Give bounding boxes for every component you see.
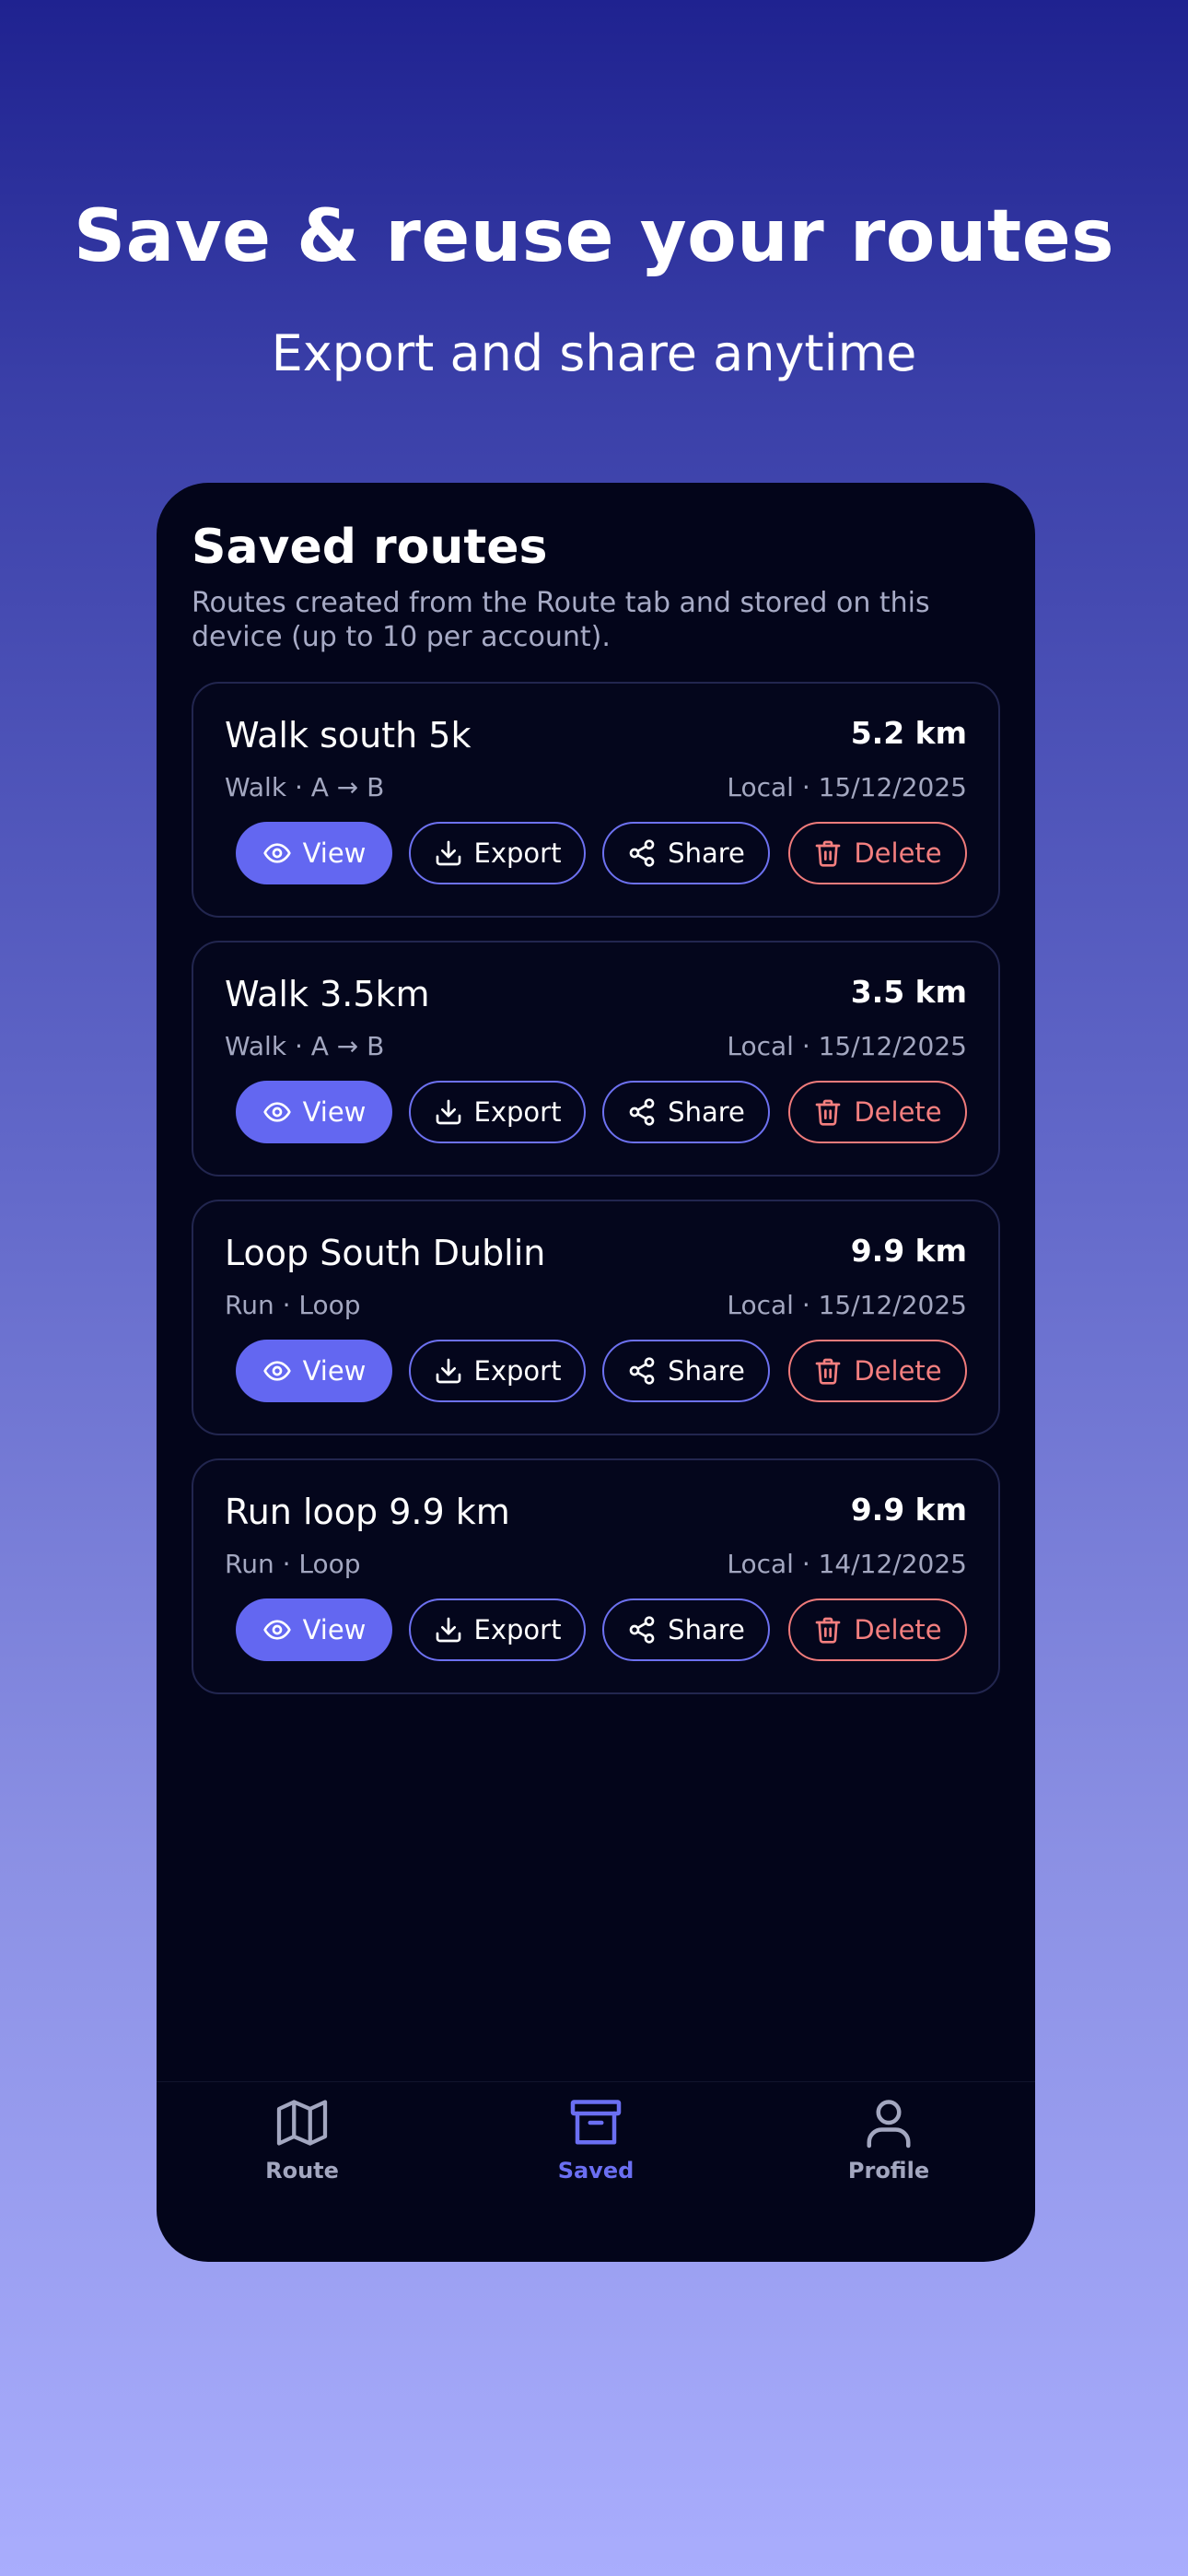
share-button-label: Share: [668, 1355, 745, 1387]
export-button-label: Export: [473, 837, 562, 869]
delete-button[interactable]: Delete: [788, 1081, 967, 1143]
share-button[interactable]: Share: [602, 1598, 770, 1661]
export-button[interactable]: Export: [409, 1598, 586, 1661]
download-icon: [436, 1099, 460, 1125]
view-button-label: View: [302, 1096, 367, 1128]
eye-icon: [262, 1620, 291, 1640]
route-card: Walk 3.5km 3.5 km Walk · A → B Local · 1…: [192, 941, 1000, 1177]
route-name: Walk south 5k: [225, 715, 472, 755]
eye-icon: [262, 1361, 291, 1381]
archive-icon: [570, 2100, 622, 2145]
tab-route[interactable]: Route: [182, 2082, 422, 2211]
route-name: Walk 3.5km: [225, 974, 430, 1014]
route-meta: Local · 15/12/2025: [727, 772, 967, 802]
tab-profile[interactable]: Profile: [769, 2082, 1008, 2211]
export-button-label: Export: [473, 1614, 562, 1645]
eye-icon: [262, 843, 291, 863]
view-button[interactable]: View: [236, 1598, 392, 1661]
route-card: Run loop 9.9 km 9.9 km Run · Loop Local …: [192, 1458, 1000, 1694]
share-button-label: Share: [668, 837, 745, 869]
route-type: Walk · A → B: [225, 1031, 385, 1061]
route-actions: View Export Share Delete: [236, 822, 973, 884]
share-icon: [629, 839, 655, 867]
route-meta: Local · 15/12/2025: [727, 1031, 967, 1061]
trash-icon: [816, 1099, 841, 1126]
route-distance: 9.9 km: [850, 1492, 967, 1528]
trash-icon: [816, 1617, 841, 1644]
export-button[interactable]: Export: [409, 1340, 586, 1402]
download-icon: [436, 840, 460, 866]
share-button-label: Share: [668, 1096, 745, 1128]
download-icon: [436, 1617, 460, 1643]
share-button-label: Share: [668, 1614, 745, 1645]
user-icon: [867, 2100, 911, 2149]
view-button-label: View: [302, 1614, 367, 1645]
route-name: Run loop 9.9 km: [225, 1492, 510, 1532]
route-card: Loop South Dublin 9.9 km Run · Loop Loca…: [192, 1200, 1000, 1435]
share-icon: [629, 1616, 655, 1644]
delete-button-label: Delete: [854, 1096, 942, 1128]
export-button[interactable]: Export: [409, 822, 586, 884]
export-button-label: Export: [473, 1096, 562, 1128]
promo-headline: Save & reuse your routes: [73, 195, 1115, 278]
bottom-tab-bar: Route Saved Profile: [157, 2081, 1035, 2262]
tab-profile-label: Profile: [847, 2158, 930, 2184]
map-icon: [276, 2100, 328, 2146]
page-description: Routes created from the Route tab and st…: [192, 587, 930, 653]
route-actions: View Export Share Delete: [236, 1081, 973, 1143]
export-button[interactable]: Export: [409, 1081, 586, 1143]
saved-routes-list: Walk south 5k 5.2 km Walk · A → B Local …: [192, 682, 1000, 1717]
view-button[interactable]: View: [236, 822, 392, 884]
delete-button[interactable]: Delete: [788, 1340, 967, 1402]
tab-saved[interactable]: Saved: [476, 2082, 716, 2211]
promo-subheadline: Export and share anytime: [271, 324, 917, 382]
export-button-label: Export: [473, 1355, 562, 1387]
route-type: Run · Loop: [225, 1549, 361, 1579]
route-distance: 5.2 km: [850, 715, 967, 751]
download-icon: [436, 1358, 460, 1384]
trash-icon: [816, 840, 841, 867]
route-actions: View Export Share Delete: [236, 1340, 973, 1402]
delete-button-label: Delete: [854, 1355, 942, 1387]
route-actions: View Export Share Delete: [236, 1598, 973, 1661]
route-type: Walk · A → B: [225, 772, 385, 802]
page-title: Saved routes: [192, 520, 548, 575]
route-name: Loop South Dublin: [225, 1233, 546, 1273]
route-card: Walk south 5k 5.2 km Walk · A → B Local …: [192, 682, 1000, 918]
view-button[interactable]: View: [236, 1081, 392, 1143]
route-type: Run · Loop: [225, 1290, 361, 1320]
delete-button[interactable]: Delete: [788, 822, 967, 884]
eye-icon: [262, 1102, 291, 1122]
route-meta: Local · 15/12/2025: [727, 1290, 967, 1320]
view-button-label: View: [302, 1355, 367, 1387]
tab-saved-label: Saved: [557, 2158, 635, 2184]
route-meta: Local · 14/12/2025: [727, 1549, 967, 1579]
delete-button-label: Delete: [854, 1614, 942, 1645]
delete-button-label: Delete: [854, 837, 942, 869]
route-distance: 3.5 km: [850, 974, 967, 1010]
phone-screen: Saved routes Routes created from the Rou…: [157, 483, 1035, 2262]
share-button[interactable]: Share: [602, 1340, 770, 1402]
view-button-label: View: [302, 837, 367, 869]
tab-route-label: Route: [265, 2158, 339, 2184]
share-icon: [629, 1357, 655, 1385]
share-icon: [629, 1098, 655, 1126]
trash-icon: [816, 1358, 841, 1385]
share-button[interactable]: Share: [602, 822, 770, 884]
delete-button[interactable]: Delete: [788, 1598, 967, 1661]
share-button[interactable]: Share: [602, 1081, 770, 1143]
route-distance: 9.9 km: [850, 1233, 967, 1269]
view-button[interactable]: View: [236, 1340, 392, 1402]
